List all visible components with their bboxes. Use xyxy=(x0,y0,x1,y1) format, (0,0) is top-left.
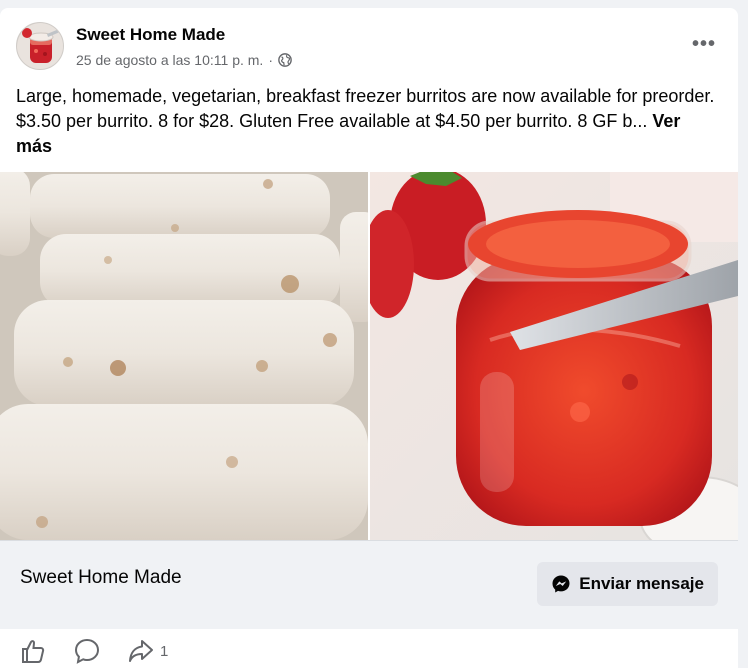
send-message-label: Enviar mensaje xyxy=(579,574,704,593)
breakfast-burritos-photo[interactable] xyxy=(0,172,368,540)
post-text: Large, homemade, vegetarian, breakfast f… xyxy=(16,86,715,131)
send-message-button[interactable]: Enviar mensaje xyxy=(537,562,718,606)
share-button[interactable]: 1 xyxy=(128,638,168,664)
post-timestamp[interactable]: 25 de agosto a las 10:11 p. m. xyxy=(76,52,263,68)
cta-page-name[interactable]: Sweet Home Made xyxy=(20,567,182,589)
more-options-button[interactable]: ••• xyxy=(686,30,722,66)
page-cta-bar: Sweet Home Made Enviar mensaje xyxy=(0,540,738,629)
globe-icon xyxy=(278,53,292,67)
post-body: Large, homemade, vegetarian, breakfast f… xyxy=(16,84,716,159)
more-horizontal-icon: ••• xyxy=(691,33,716,55)
messenger-icon xyxy=(552,575,570,593)
share-count: 1 xyxy=(160,642,169,660)
post-meta: 25 de agosto a las 10:11 p. m. · xyxy=(76,52,292,68)
comment-button[interactable] xyxy=(74,638,100,664)
like-button[interactable] xyxy=(20,638,46,664)
post-author-name[interactable]: Sweet Home Made xyxy=(76,25,225,45)
post-card: Sweet Home Made 25 de agosto a las 10:11… xyxy=(0,8,738,668)
post-photos xyxy=(0,172,738,540)
post-actions: 1 xyxy=(0,628,738,668)
thumbs-up-icon xyxy=(22,640,45,663)
meta-separator: · xyxy=(268,52,273,68)
page-avatar[interactable] xyxy=(16,22,64,70)
share-icon xyxy=(129,640,153,662)
comment-icon xyxy=(74,638,100,664)
post-header: Sweet Home Made 25 de agosto a las 10:11… xyxy=(16,22,722,74)
strawberry-jam-jar-photo[interactable] xyxy=(370,172,738,540)
